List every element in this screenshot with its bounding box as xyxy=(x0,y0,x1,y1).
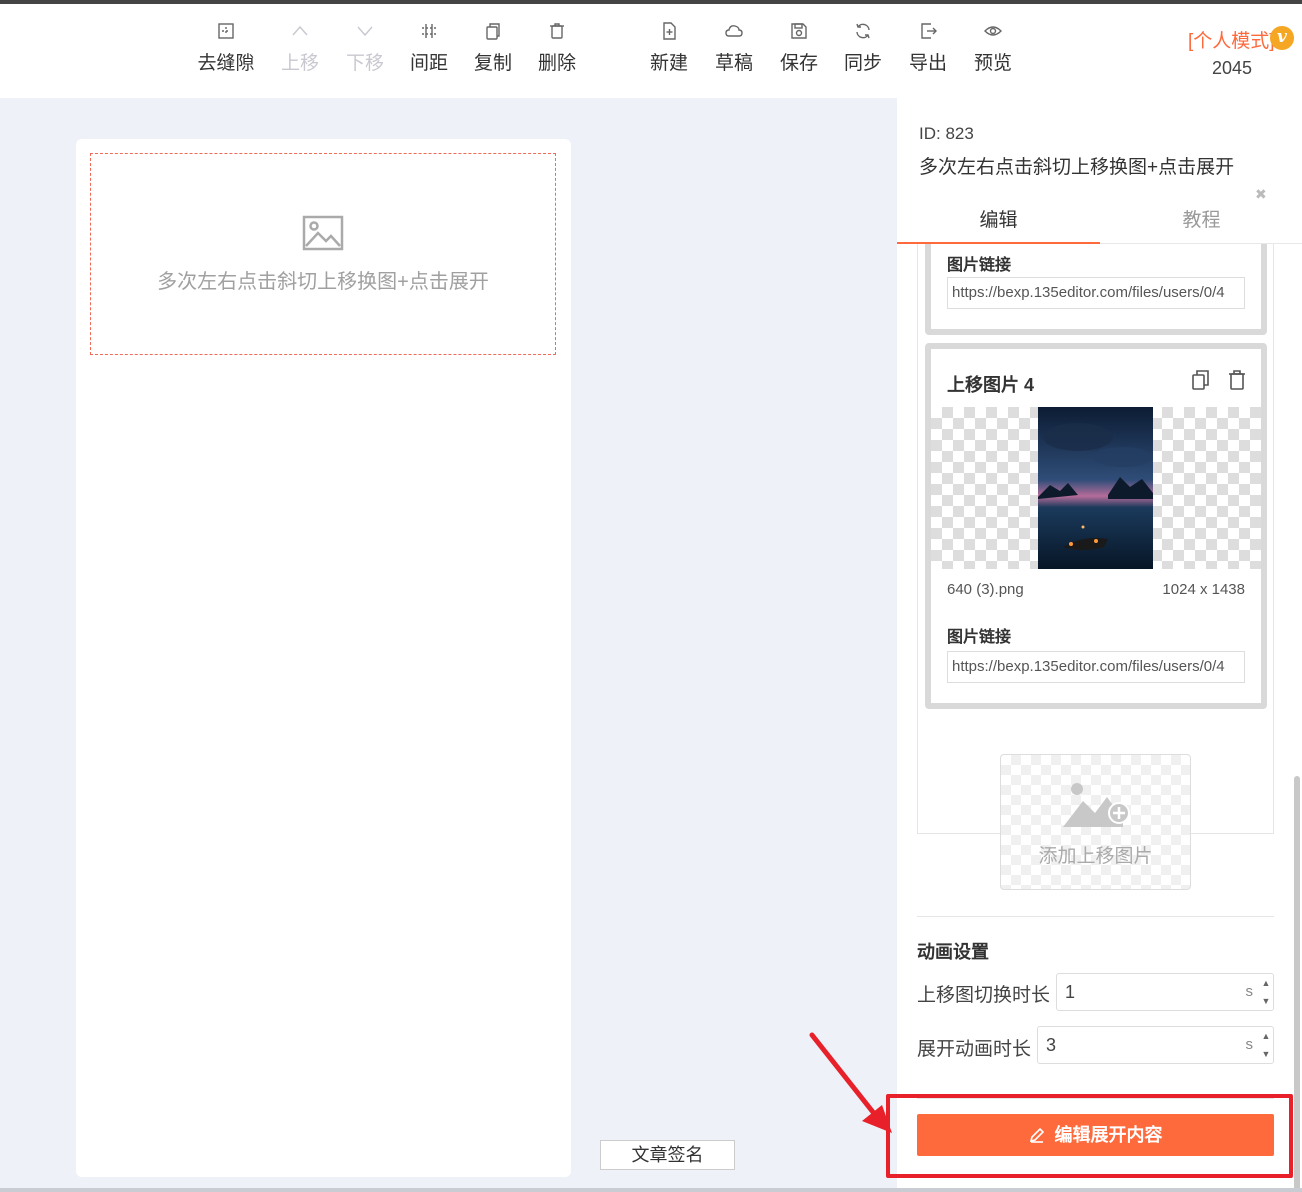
personal-mode-link[interactable]: [个人模式] xyxy=(1188,26,1275,53)
image-link-label: 图片链接 xyxy=(947,257,1012,274)
switch-duration-stepper[interactable]: ▲ ▼ xyxy=(1259,974,1273,1010)
image-link-input[interactable]: https://bexp.135editor.com/files/users/0… xyxy=(947,277,1245,309)
annotation-arrow-icon xyxy=(809,1032,892,1133)
spacing-button[interactable]: 间距 xyxy=(397,22,461,75)
top-toolbar: 去缝隙 上移 下移 间距 复制 删除 新建 草稿 保存 同步 导出 预览 [个人… xyxy=(0,4,1302,98)
draft-label: 草稿 xyxy=(714,53,753,74)
export-label: 导出 xyxy=(908,53,947,74)
expand-duration-label: 展开动画时长 xyxy=(917,1039,1032,1060)
sync-button[interactable]: 同步 xyxy=(831,22,895,75)
draft-button[interactable]: 草稿 xyxy=(702,22,766,75)
export-icon xyxy=(896,22,960,44)
article-canvas: 多次左右点击斜切上移换图+点击展开 xyxy=(76,139,571,1177)
image-card-3: 图片链接 https://bexp.135editor.com/files/us… xyxy=(925,244,1267,335)
card-actions xyxy=(1179,369,1247,396)
move-down-label: 下移 xyxy=(345,53,384,74)
new-label: 新建 xyxy=(649,53,688,74)
chevron-down-icon xyxy=(333,22,397,44)
copy-icon xyxy=(461,22,525,44)
tools-icon[interactable]: ✖ xyxy=(1255,186,1267,203)
remove-gap-icon xyxy=(194,22,258,44)
trash-icon xyxy=(525,22,589,44)
expand-duration-input[interactable]: 3 s ▲ ▼ xyxy=(1037,1026,1274,1064)
tab-tutorial[interactable]: 教程 xyxy=(1100,202,1302,244)
bottom-border xyxy=(0,1188,1302,1192)
animation-section-title: 动画设置 xyxy=(917,942,989,962)
template-title: 多次左右点击斜切上移换图+点击展开 xyxy=(919,157,1235,178)
spacing-label: 间距 xyxy=(409,53,448,74)
move-up-button[interactable]: 上移 xyxy=(268,22,332,75)
edit-panel: ID: 823 多次左右点击斜切上移换图+点击展开 ✖ 编辑 教程 图片链接 h… xyxy=(897,98,1302,1192)
copy-button[interactable]: 复制 xyxy=(461,22,525,75)
add-image-icon xyxy=(1063,783,1130,827)
cloud-icon xyxy=(702,22,766,44)
save-label: 保存 xyxy=(779,53,818,74)
panel-scroll-area: 图片链接 https://bexp.135editor.com/files/us… xyxy=(897,244,1302,1192)
switch-duration-value: 1 xyxy=(1065,982,1076,1002)
image-dimensions: 1024 x 1438 xyxy=(1162,581,1245,598)
image-list: 图片链接 https://bexp.135editor.com/files/us… xyxy=(917,244,1274,834)
edit-expand-content-label: 编辑展开内容 xyxy=(1054,1125,1163,1145)
uploaded-photo xyxy=(1038,407,1153,569)
image-link-input[interactable]: https://bexp.135editor.com/files/users/0… xyxy=(947,651,1245,683)
expand-duration-unit: s xyxy=(1245,1036,1254,1053)
template-id: ID: 823 xyxy=(919,124,974,143)
user-count: 2045 xyxy=(1211,58,1253,78)
sync-icon xyxy=(831,22,895,44)
spacing-icon xyxy=(397,22,461,44)
save-button[interactable]: 保存 xyxy=(767,22,831,75)
add-image-button[interactable]: 添加上移图片 xyxy=(1000,754,1191,890)
file-name: 640 (3).png xyxy=(947,581,1024,598)
tab-edit[interactable]: 编辑 xyxy=(897,202,1100,244)
export-button[interactable]: 导出 xyxy=(896,22,960,75)
new-file-icon xyxy=(637,22,701,44)
save-icon xyxy=(767,22,831,44)
placeholder-text: 多次左右点击斜切上移换图+点击展开 xyxy=(157,270,489,293)
preview-button[interactable]: 预览 xyxy=(961,22,1025,75)
delete-button[interactable]: 删除 xyxy=(525,22,589,75)
article-signature-button[interactable]: 文章签名 xyxy=(600,1140,735,1170)
expand-duration-value: 3 xyxy=(1046,1035,1057,1055)
edit-expand-content-button[interactable]: 编辑展开内容 xyxy=(917,1114,1274,1156)
copy-label: 复制 xyxy=(473,53,512,74)
new-button[interactable]: 新建 xyxy=(637,22,701,75)
image-card-4: 上移图片 4 640 (3).png 1024 x 1438 图片链接 http… xyxy=(925,343,1267,709)
switch-duration-label: 上移图切换时长 xyxy=(917,985,1051,1006)
panel-scrollbar[interactable] xyxy=(1294,776,1300,1192)
remove-gap-button[interactable]: 去缝隙 xyxy=(194,22,258,75)
vip-badge-icon[interactable]: v xyxy=(1270,26,1294,50)
image-card-title: 上移图片 4 xyxy=(947,375,1035,395)
delete-label: 删除 xyxy=(537,53,576,74)
image-placeholder-icon xyxy=(302,215,344,250)
template-placeholder[interactable]: 多次左右点击斜切上移换图+点击展开 xyxy=(90,153,556,355)
pencil-icon xyxy=(1029,1127,1044,1143)
move-up-label: 上移 xyxy=(280,53,319,74)
add-image-label: 添加上移图片 xyxy=(1038,846,1153,867)
move-down-button[interactable]: 下移 xyxy=(333,22,397,75)
sync-label: 同步 xyxy=(843,53,882,74)
trash-icon[interactable] xyxy=(1227,369,1247,396)
preview-label: 预览 xyxy=(973,53,1012,74)
image-preview[interactable] xyxy=(931,407,1261,569)
expand-duration-stepper[interactable]: ▲ ▼ xyxy=(1259,1027,1273,1063)
section-divider xyxy=(917,1098,1274,1099)
panel-tabs: 编辑 教程 xyxy=(897,202,1302,244)
section-divider xyxy=(917,916,1274,917)
image-link-label: 图片链接 xyxy=(947,629,1012,646)
eye-icon xyxy=(961,22,1025,44)
switch-duration-unit: s xyxy=(1245,983,1254,1000)
copy-icon[interactable] xyxy=(1191,369,1211,396)
remove-gap-label: 去缝隙 xyxy=(197,53,255,74)
switch-duration-input[interactable]: 1 s ▲ ▼ xyxy=(1056,973,1274,1011)
chevron-up-icon xyxy=(268,22,332,44)
